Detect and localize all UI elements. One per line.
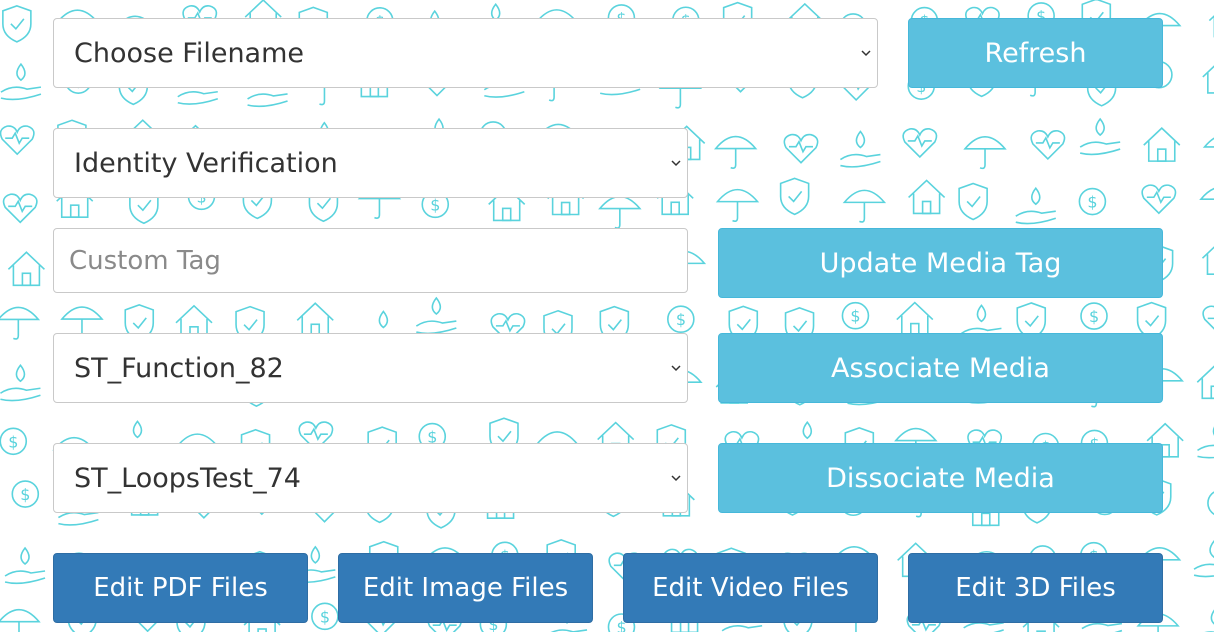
edit-video-files-button[interactable]: Edit Video Files	[623, 553, 878, 623]
edit-pdf-files-label: Edit PDF Files	[93, 573, 268, 603]
test-select[interactable]: ST_LoopsTest_74	[53, 443, 688, 513]
associate-media-label: Associate Media	[831, 352, 1050, 384]
pattern-glyph	[715, 188, 760, 222]
pattern-glyph	[1079, 117, 1121, 156]
pattern-glyph	[7, 251, 45, 287]
pattern-glyph	[415, 296, 457, 335]
svg-text:$: $	[20, 485, 30, 504]
pattern-glyph	[902, 128, 938, 159]
pattern-glyph	[0, 62, 42, 101]
pattern-glyph	[1197, 426, 1214, 459]
pattern-glyph	[779, 177, 810, 216]
svg-text:$: $	[1087, 193, 1097, 212]
pattern-glyph	[908, 179, 946, 215]
pattern-glyph	[598, 195, 642, 229]
refresh-button-label: Refresh	[984, 37, 1087, 69]
pattern-glyph: $	[667, 305, 695, 333]
pattern-glyph	[2, 5, 32, 43]
svg-text:$: $	[676, 310, 686, 329]
filename-select[interactable]: Choose Filename	[53, 18, 878, 88]
pattern-glyph: $	[1080, 302, 1108, 330]
pattern-glyph	[1208, 15, 1214, 38]
edit-3d-files-label: Edit 3D Files	[955, 573, 1116, 603]
pattern-glyph: $	[11, 480, 40, 508]
chevron-down-icon	[861, 50, 871, 57]
pattern-glyph	[1202, 65, 1214, 94]
chevron-down-icon	[671, 160, 681, 167]
edit-3d-files-button[interactable]: Edit 3D Files	[908, 553, 1163, 623]
pattern-glyph	[1193, 539, 1214, 578]
pattern-glyph	[1201, 246, 1214, 275]
svg-text:$: $	[430, 195, 440, 214]
pattern-glyph	[2, 193, 38, 224]
svg-text:$: $	[1089, 307, 1099, 326]
associate-media-button[interactable]: Associate Media	[718, 333, 1163, 403]
pattern-glyph	[1141, 184, 1177, 215]
pattern-glyph: $	[0, 427, 28, 456]
pattern-glyph	[958, 182, 988, 221]
edit-pdf-files-button[interactable]: Edit PDF Files	[53, 553, 308, 623]
pattern-glyph	[963, 136, 1007, 170]
pattern-glyph	[1202, 305, 1214, 330]
pattern-glyph	[296, 302, 334, 338]
pattern-glyph	[783, 133, 819, 164]
pattern-glyph	[1204, 609, 1214, 632]
pattern-glyph	[0, 363, 41, 402]
function-select-value: ST_Function_82	[74, 352, 284, 384]
pattern-glyph	[713, 135, 758, 169]
svg-text:$: $	[850, 307, 860, 326]
function-select[interactable]: ST_Function_82	[53, 333, 688, 403]
update-media-tag-button[interactable]: Update Media Tag	[718, 228, 1163, 298]
dissociate-media-button[interactable]: Dissociate Media	[718, 443, 1163, 513]
dissociate-media-label: Dissociate Media	[826, 462, 1055, 494]
custom-tag-placeholder: Custom Tag	[69, 245, 221, 276]
pattern-glyph	[839, 130, 881, 168]
chevron-down-icon	[671, 475, 681, 482]
update-media-tag-label: Update Media Tag	[819, 247, 1062, 279]
pattern-glyph	[4, 546, 46, 585]
pattern-glyph: $	[1207, 491, 1214, 516]
refresh-button[interactable]: Refresh	[908, 18, 1163, 88]
svg-text:$: $	[320, 607, 330, 626]
tag-select[interactable]: Identity Verification	[53, 128, 688, 198]
filename-select-value: Choose Filename	[74, 37, 305, 69]
svg-text:$: $	[8, 432, 18, 451]
pattern-glyph	[842, 189, 887, 223]
pattern-glyph	[1199, 187, 1214, 201]
pattern-glyph	[1143, 127, 1181, 162]
pattern-glyph: $	[311, 602, 339, 631]
pattern-glyph	[0, 608, 41, 632]
pattern-glyph	[1196, 365, 1214, 400]
test-select-value: ST_LoopsTest_74	[74, 462, 301, 494]
pattern-glyph	[1015, 186, 1057, 225]
pattern-glyph: $	[1078, 187, 1107, 216]
tag-select-value: Identity Verification	[74, 147, 338, 179]
custom-tag-input[interactable]: Custom Tag	[53, 228, 688, 293]
pattern-glyph	[1202, 137, 1214, 148]
edit-image-files-label: Edit Image Files	[362, 573, 569, 603]
pattern-glyph	[1030, 129, 1066, 161]
edit-image-files-button[interactable]: Edit Image Files	[338, 553, 593, 623]
pattern-glyph	[0, 125, 35, 156]
chevron-down-icon	[671, 365, 681, 372]
pattern-glyph: $	[841, 301, 870, 330]
background-pattern: $$$$$$$$$$$$$$$$$$$$$$$$$$$$$$$$$$$$$	[0, 0, 1214, 632]
edit-video-files-label: Edit Video Files	[652, 573, 849, 603]
pattern-glyph	[0, 306, 41, 340]
pattern-glyph	[896, 301, 934, 337]
